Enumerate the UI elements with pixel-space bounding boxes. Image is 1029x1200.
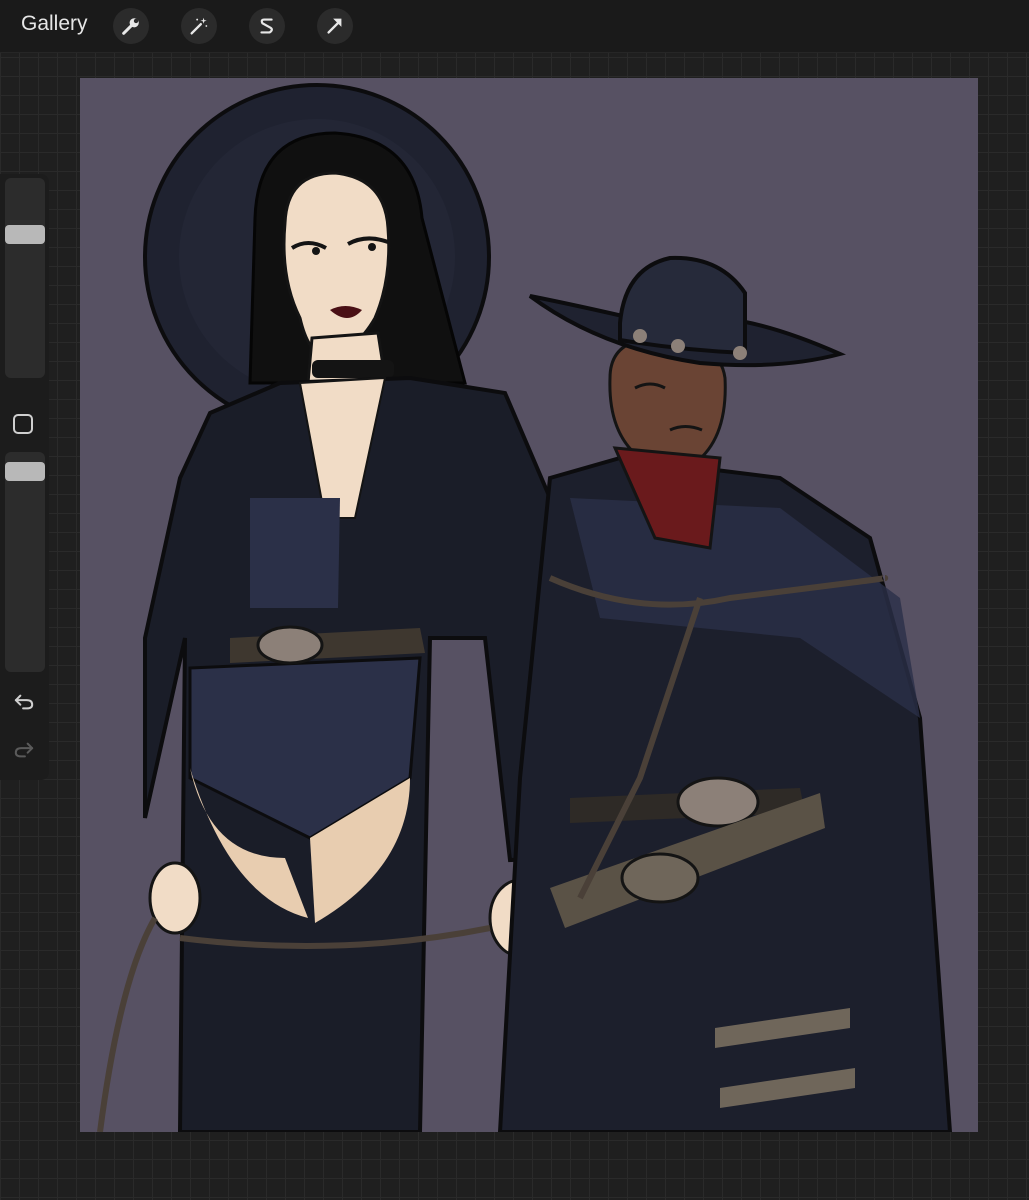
wrench-button[interactable] bbox=[113, 8, 149, 44]
man-belt-buckle bbox=[676, 776, 760, 828]
transform-button[interactable] bbox=[317, 8, 353, 44]
brush-size-thumb[interactable] bbox=[5, 225, 45, 245]
magic-wand-icon bbox=[190, 17, 208, 35]
opacity-slider[interactable] bbox=[5, 452, 45, 672]
woman-belt-buckle bbox=[256, 625, 324, 665]
undo-icon[interactable] bbox=[13, 692, 35, 712]
wrench-icon bbox=[122, 18, 139, 35]
left-sidebar bbox=[0, 174, 49, 780]
brush-size-slider[interactable] bbox=[5, 178, 45, 378]
modify-button[interactable] bbox=[13, 414, 33, 434]
top-toolbar: Gallery bbox=[0, 0, 1029, 53]
opacity-thumb[interactable] bbox=[5, 462, 45, 482]
artwork-illustration bbox=[80, 78, 978, 1132]
selection-s-icon bbox=[260, 18, 273, 34]
gallery-button[interactable]: Gallery bbox=[21, 12, 88, 36]
drawing-canvas[interactable] bbox=[80, 78, 978, 1132]
adjustments-button[interactable] bbox=[181, 8, 217, 44]
selection-button[interactable] bbox=[249, 8, 285, 44]
transform-arrow-icon bbox=[327, 18, 342, 34]
redo-icon[interactable] bbox=[13, 740, 35, 760]
